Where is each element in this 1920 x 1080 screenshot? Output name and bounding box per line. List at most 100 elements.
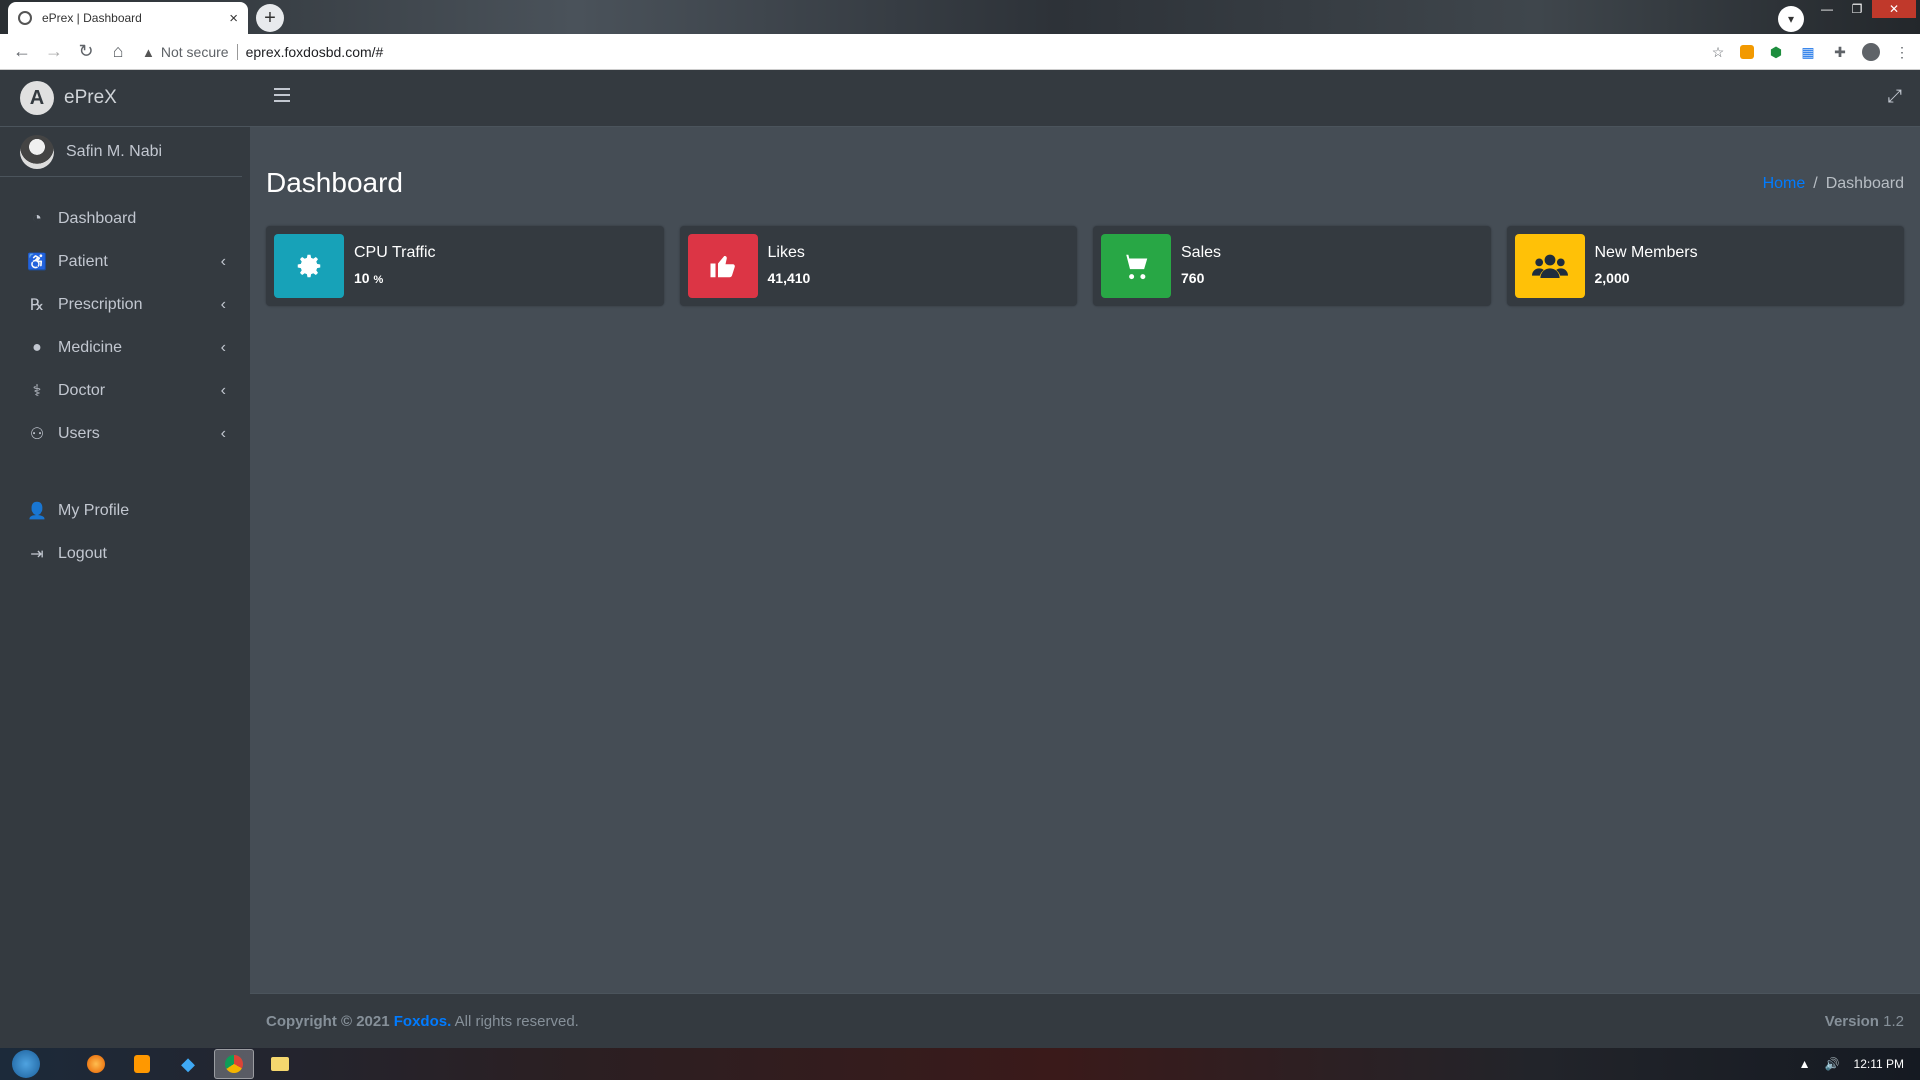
chevron-left-icon: ‹ bbox=[220, 424, 226, 442]
window-controls: — ❐ ✕ bbox=[1812, 0, 1916, 18]
info-icon-bg bbox=[687, 234, 758, 298]
menu-toggle-icon[interactable] bbox=[274, 88, 290, 102]
extension-icons: ☆ ⬢ ▦ ✚ ⋮ bbox=[1708, 42, 1912, 62]
breadcrumb-home-link[interactable]: Home bbox=[1763, 175, 1806, 193]
sidebar-item-label: Logout bbox=[58, 544, 107, 562]
sidebar-item-my-profile[interactable]: 👤 My Profile bbox=[0, 489, 250, 532]
user-name[interactable]: Safin M. Nabi bbox=[66, 143, 162, 161]
sublime-taskbar-icon[interactable] bbox=[122, 1049, 162, 1079]
bookmark-star-icon[interactable]: ☆ bbox=[1708, 42, 1728, 62]
user-panel[interactable]: Safin M. Nabi bbox=[0, 127, 242, 177]
foxdos-link[interactable]: Foxdos. bbox=[394, 1013, 452, 1030]
info-box-label: New Members bbox=[1594, 244, 1698, 261]
file-explorer-taskbar-icon[interactable] bbox=[260, 1049, 300, 1079]
sidebar-item-dashboard[interactable]: ◔ Dashboard bbox=[0, 197, 250, 240]
sidebar-item-prescription[interactable]: ℞ Prescription ‹ bbox=[0, 283, 250, 326]
restore-icon[interactable]: ❐ bbox=[1842, 0, 1872, 18]
windows-logo-icon bbox=[12, 1050, 40, 1078]
avatar bbox=[20, 134, 54, 169]
chevron-left-icon: ‹ bbox=[220, 338, 226, 356]
extensions-puzzle-icon[interactable]: ✚ bbox=[1830, 42, 1850, 62]
tab-title: ePrex | Dashboard bbox=[42, 11, 142, 25]
breadcrumb-separator: / bbox=[1813, 175, 1818, 192]
back-icon[interactable]: ← bbox=[6, 41, 38, 62]
fullscreen-icon[interactable]: ⤢ bbox=[1888, 86, 1902, 107]
info-box-number: 41,410 bbox=[767, 270, 811, 286]
chevron-left-icon: ‹ bbox=[220, 295, 226, 313]
address-bar[interactable]: ▲ Not secure eprex.foxdosbd.com/# bbox=[142, 38, 1702, 66]
info-box-sales: Sales 760 bbox=[1093, 226, 1491, 306]
info-box-value: 10 % bbox=[354, 270, 383, 286]
info-box-label: Sales bbox=[1181, 244, 1222, 261]
sidebar-item-patient[interactable]: ♿ Patient ‹ bbox=[0, 240, 250, 283]
doctor-icon: ⚕ bbox=[32, 382, 42, 400]
content-wrapper: Dashboard Home / Dashboard CPU Traffic 1… bbox=[250, 127, 1920, 993]
info-box-number: 10 bbox=[354, 270, 370, 286]
security-label[interactable]: Not secure bbox=[161, 44, 229, 60]
close-window-icon[interactable]: ✕ bbox=[1872, 0, 1916, 18]
tab-close-icon[interactable]: × bbox=[229, 10, 238, 27]
warning-icon[interactable]: ▲ bbox=[142, 45, 155, 60]
vscode-taskbar-icon[interactable]: ◆ bbox=[168, 1049, 208, 1079]
user-icon: 👤 bbox=[27, 502, 47, 520]
sidebar-item-label: Dashboard bbox=[58, 209, 137, 227]
tab-search-icon[interactable]: ▾ bbox=[1778, 6, 1804, 32]
info-boxes-row: CPU Traffic 10 % Likes 41,410 Sales 760 bbox=[266, 226, 1904, 306]
sidebar-item-label: Patient bbox=[58, 252, 108, 270]
tray-expand-icon[interactable]: ▲ bbox=[1799, 1057, 1811, 1071]
version-info: Version 1.2 bbox=[1825, 1013, 1904, 1030]
sidebar-item-logout[interactable]: ⇥ Logout bbox=[0, 532, 250, 575]
browser-menu-icon[interactable]: ⋮ bbox=[1892, 42, 1912, 62]
chrome-taskbar-icon[interactable] bbox=[214, 1049, 254, 1079]
info-box-content: CPU Traffic 10 % bbox=[354, 244, 436, 288]
start-button[interactable] bbox=[6, 1048, 46, 1080]
sidebar-item-users[interactable]: ⚇ Users ‹ bbox=[0, 412, 250, 455]
new-tab-button[interactable]: + bbox=[256, 4, 284, 32]
users-icon bbox=[1531, 254, 1568, 278]
firefox-taskbar-icon[interactable] bbox=[76, 1049, 116, 1079]
system-tray: ▲ 🔊 12:11 PM bbox=[1799, 1048, 1904, 1080]
breadcrumb-current: Dashboard bbox=[1825, 175, 1904, 192]
browser-tab-active[interactable]: ePrex | Dashboard × bbox=[8, 2, 248, 34]
extension-orange-icon[interactable] bbox=[1740, 45, 1754, 59]
browser-tabstrip: ePrex | Dashboard × + ▾ — ❐ ✕ bbox=[0, 0, 1920, 34]
copyright-prefix: Copyright © 2021 bbox=[266, 1012, 390, 1030]
sidebar-item-label: Medicine bbox=[58, 338, 123, 356]
info-box-content: New Members 2,000 bbox=[1595, 244, 1698, 288]
sidebar-nav: ◔ Dashboard ♿ Patient ‹ ℞ Prescription ‹… bbox=[0, 177, 250, 575]
extension-grid-icon[interactable]: ▦ bbox=[1798, 42, 1818, 62]
clock[interactable]: 12:11 PM bbox=[1854, 1057, 1904, 1071]
globe-icon bbox=[18, 11, 32, 25]
extension-shield-icon[interactable]: ⬢ bbox=[1766, 42, 1786, 62]
prescription-icon: ℞ bbox=[29, 296, 45, 314]
brand-logo-icon: A bbox=[20, 81, 54, 115]
info-icon-bg bbox=[1101, 234, 1171, 298]
breadcrumb: Home / Dashboard bbox=[1763, 175, 1904, 193]
info-box-label: CPU Traffic bbox=[354, 244, 436, 261]
info-box-cpu-traffic: CPU Traffic 10 % bbox=[266, 226, 664, 306]
forward-icon[interactable]: → bbox=[38, 41, 70, 62]
sidebar-item-doctor[interactable]: ⚕ Doctor ‹ bbox=[0, 369, 250, 412]
thumbs-up-icon bbox=[710, 256, 735, 278]
profile-icon[interactable] bbox=[1862, 43, 1880, 61]
main-sidebar: A ePreX Safin M. Nabi ◔ Dashboard ♿ Pati… bbox=[0, 70, 250, 1048]
chevron-left-icon: ‹ bbox=[220, 252, 226, 270]
volume-icon[interactable]: 🔊 bbox=[1825, 1057, 1840, 1071]
wheelchair-icon: ♿ bbox=[27, 253, 47, 271]
sidebar-item-label: Users bbox=[58, 424, 100, 442]
brand-link[interactable]: A ePreX bbox=[0, 70, 250, 127]
info-icon-bg bbox=[1514, 234, 1585, 298]
info-box-new-members: New Members 2,000 bbox=[1506, 226, 1904, 306]
home-icon[interactable]: ⌂ bbox=[102, 41, 134, 62]
omnibox-divider bbox=[236, 44, 238, 60]
minimize-icon[interactable]: — bbox=[1812, 0, 1842, 18]
sidebar-item-medicine[interactable]: ● Medicine ‹ bbox=[0, 326, 250, 369]
info-box-number: 2,000 bbox=[1594, 270, 1630, 286]
sidebar-item-label: My Profile bbox=[58, 501, 130, 519]
info-icon-bg bbox=[274, 234, 344, 298]
url-text[interactable]: eprex.foxdosbd.com/# bbox=[246, 44, 384, 60]
info-box-content: Likes 41,410 bbox=[768, 244, 811, 288]
sidebar-item-label: Prescription bbox=[58, 295, 143, 313]
reload-icon[interactable]: ↻ bbox=[70, 41, 102, 62]
info-box-content: Sales 760 bbox=[1181, 244, 1221, 288]
